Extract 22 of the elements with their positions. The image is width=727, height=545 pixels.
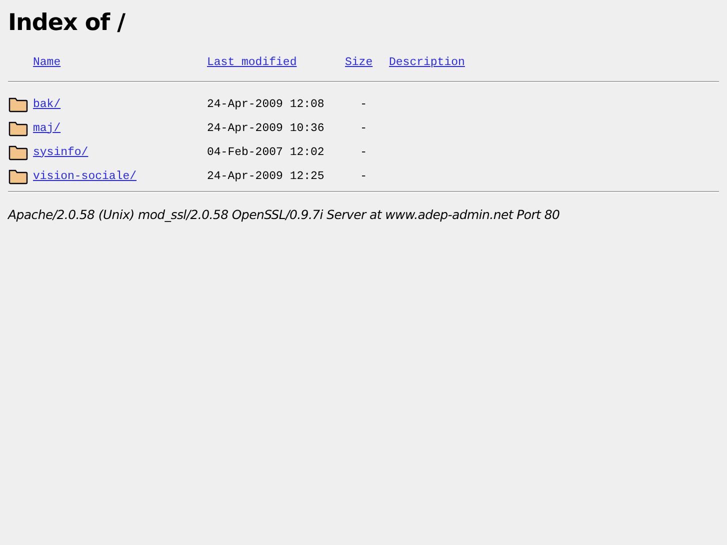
modified-date: 24-Apr-2009 12:25 (207, 170, 326, 182)
modified-date: 24-Apr-2009 10:36 (207, 122, 326, 134)
folder-link[interactable]: vision-sociale/ (33, 170, 137, 182)
folder-icon (8, 119, 28, 137)
folder-icon (8, 95, 28, 113)
folder-icon (8, 167, 28, 185)
server-signature: Apache/2.0.58 (Unix) mod_ssl/2.0.58 OpenSSL/0.9.7i Server at www.adep-admin.net Port 80 (8, 207, 561, 222)
page-title: Index of / (8, 10, 126, 36)
folder-link[interactable]: maj/ (33, 122, 61, 134)
size-value: - (360, 98, 368, 110)
size-value: - (360, 146, 368, 158)
column-header-link[interactable]: Description (389, 56, 465, 69)
column-header-link[interactable]: Name (33, 56, 61, 69)
size-value: - (360, 122, 368, 134)
column-header-link[interactable]: Last modified (207, 56, 297, 69)
modified-date: 24-Apr-2009 12:08 (207, 98, 326, 110)
modified-date: 04-Feb-2007 12:02 (207, 146, 326, 158)
folder-icon (8, 143, 28, 161)
column-header-link[interactable]: Size (345, 56, 373, 69)
folder-link[interactable]: sysinfo/ (33, 146, 88, 158)
folder-link[interactable]: bak/ (33, 98, 61, 110)
size-value: - (360, 170, 368, 182)
